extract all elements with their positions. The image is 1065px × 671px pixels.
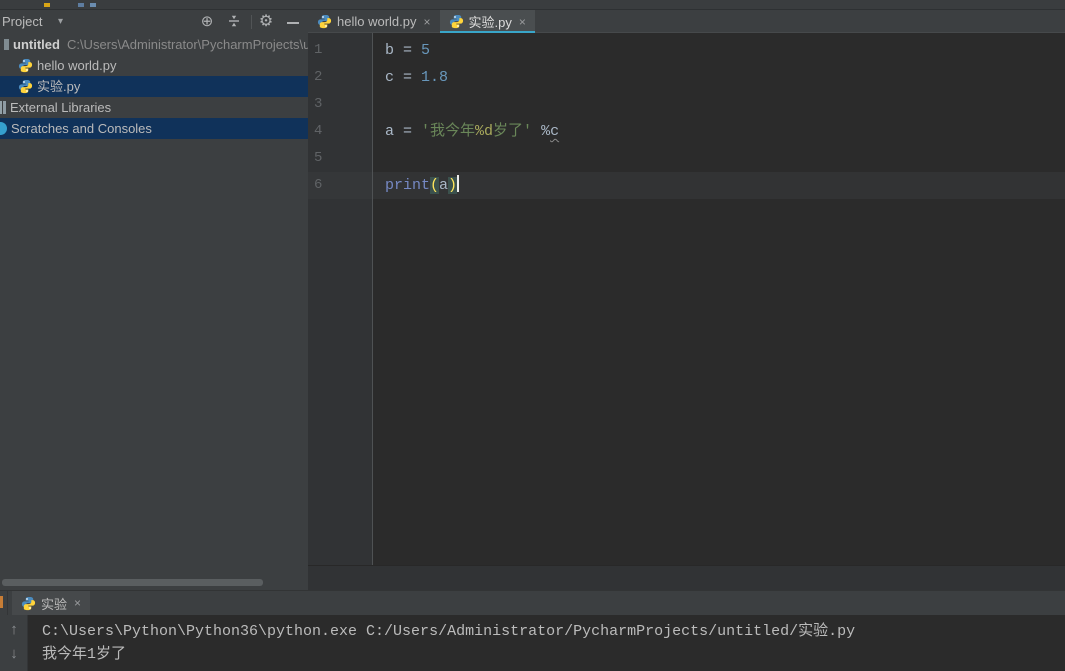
- editor-gutter: 1 2 3 4 5 6: [308, 33, 373, 565]
- text-cursor: [457, 175, 460, 192]
- close-icon[interactable]: ×: [74, 596, 81, 610]
- code-token: ): [448, 177, 458, 194]
- code-token: c =: [385, 69, 422, 86]
- tree-item-External Libraries[interactable]: External Libraries: [0, 97, 308, 118]
- up-arrow-icon[interactable]: ↑: [0, 621, 28, 638]
- divider: [7, 591, 8, 615]
- editor-tab-hello world.py[interactable]: hello world.py ×: [308, 10, 440, 33]
- pycharm-window: Project ▾ ⊕ ⚙ untitled C:\Users\Administr…: [0, 0, 1065, 671]
- code-token: a: [439, 177, 449, 194]
- toolbar-remnant-icon: [44, 3, 50, 7]
- line-number: 2: [314, 69, 323, 85]
- run-tool-window: 实验 × ↑ ↓ C:\Users\Python\Python36\python…: [0, 590, 1065, 671]
- python-icon: [21, 596, 36, 611]
- line-number: 5: [314, 150, 323, 166]
- down-arrow-icon[interactable]: ↓: [0, 645, 28, 662]
- python-icon: [17, 58, 33, 74]
- libraries-icon: [0, 101, 6, 114]
- line-number: 3: [314, 96, 323, 112]
- code-token: %d: [475, 123, 494, 140]
- editor-tab-bar: hello world.py × 实验.py ×: [308, 10, 1065, 34]
- run-tab[interactable]: 实验 ×: [12, 591, 91, 615]
- editor-bottom-strip: [308, 565, 1065, 590]
- tree-item-label: Scratches and Consoles: [11, 121, 152, 136]
- scrollbar-thumb[interactable]: [2, 579, 263, 586]
- tree-item-hello world.py[interactable]: hello world.py: [0, 55, 308, 76]
- code-token: print: [385, 177, 431, 194]
- python-icon: [449, 14, 464, 29]
- toolbar-remnant-icon: [78, 3, 84, 7]
- tree-item-label: External Libraries: [10, 100, 112, 115]
- code-token: (: [430, 177, 440, 194]
- tree-item-untitled[interactable]: untitled C:\Users\Administrator\PycharmPr…: [0, 34, 308, 55]
- code-token: '我今年: [421, 123, 476, 140]
- code-token: 5: [421, 42, 431, 59]
- code-token: %: [532, 123, 551, 140]
- project-panel-title[interactable]: Project: [2, 10, 42, 34]
- project-panel-header: Project ▾ ⊕ ⚙: [0, 10, 308, 34]
- code-line-4[interactable]: a = '我今年%d岁了' %c: [373, 118, 1065, 145]
- close-icon[interactable]: ×: [519, 15, 526, 29]
- tree-item-label: 实验.py: [37, 79, 81, 94]
- tree-item-Scratches and Consoles[interactable]: Scratches and Consoles: [0, 118, 308, 139]
- code-line-2[interactable]: c = 1.8: [373, 64, 1065, 91]
- run-tab-label: 实验: [41, 596, 68, 612]
- folder-icon: [4, 39, 9, 50]
- console-output: C:\Users\Python\Python36\python.exe C:/U…: [42, 620, 1065, 666]
- tree-item-label: untitled: [13, 37, 60, 52]
- tree-item-实验.py[interactable]: 实验.py: [0, 76, 308, 97]
- cutoff-toolwindow-icon: [0, 596, 3, 608]
- code-line-3[interactable]: [373, 91, 1065, 118]
- line-number: 4: [314, 123, 323, 139]
- run-tab-bar: 实验 ×: [0, 591, 1065, 615]
- hide-panel-icon[interactable]: [283, 12, 303, 32]
- tab-label: 实验.py: [468, 15, 512, 30]
- toolbar-remnant-icon: [90, 3, 96, 7]
- toolbar-divider: [251, 15, 252, 29]
- python-icon: [17, 79, 33, 95]
- code-token: c: [550, 123, 560, 140]
- line-number: 6: [308, 172, 372, 199]
- code-token: 岁了': [493, 123, 533, 140]
- chevron-down-icon[interactable]: ▾: [58, 10, 63, 34]
- gear-icon[interactable]: ⚙: [256, 12, 276, 32]
- code-token: b =: [385, 42, 422, 59]
- code-line-6[interactable]: print(a): [373, 172, 1065, 199]
- run-console[interactable]: ↑ ↓ C:\Users\Python\Python36\python.exe …: [0, 615, 1065, 671]
- tree-item-label: hello world.py: [37, 58, 117, 73]
- code-line-1[interactable]: b = 5: [373, 37, 1065, 64]
- tree-item-path: C:\Users\Administrator\PycharmProjects\u: [66, 37, 308, 52]
- project-tree: untitled C:\Users\Administrator\PycharmPr…: [0, 34, 308, 139]
- code-column[interactable]: b = 5c = 1.8 a = '我今年%d岁了' %c print(a): [373, 33, 1065, 565]
- cutoff-main-toolbar: [0, 0, 1065, 10]
- line-number: 1: [314, 42, 323, 58]
- locate-file-icon[interactable]: ⊕: [197, 12, 217, 32]
- horizontal-scrollbar[interactable]: [0, 579, 308, 587]
- editor-area: hello world.py × 实验.py × 123456 b = 5c = 1.…: [308, 10, 1065, 590]
- code-line-5[interactable]: [373, 145, 1065, 172]
- console-output-line: C:\Users\Python\Python36\python.exe C:/U…: [42, 623, 856, 640]
- code-token: 1.8: [421, 69, 449, 86]
- console-output-line: 我今年1岁了: [42, 646, 127, 663]
- close-icon[interactable]: ×: [424, 15, 431, 29]
- code-area[interactable]: 123456 b = 5c = 1.8 a = '我今年%d岁了' %c print…: [308, 33, 1065, 565]
- editor-tab-实验.py[interactable]: 实验.py ×: [439, 10, 536, 34]
- python-icon: [317, 14, 332, 29]
- project-tool-window: Project ▾ ⊕ ⚙ untitled C:\Users\Administr…: [0, 10, 308, 590]
- tab-label: hello world.py: [337, 14, 417, 29]
- console-gutter: ↑ ↓: [0, 615, 28, 671]
- code-token: a =: [385, 123, 422, 140]
- scratches-icon: [0, 122, 7, 135]
- collapse-all-icon[interactable]: [224, 14, 244, 34]
